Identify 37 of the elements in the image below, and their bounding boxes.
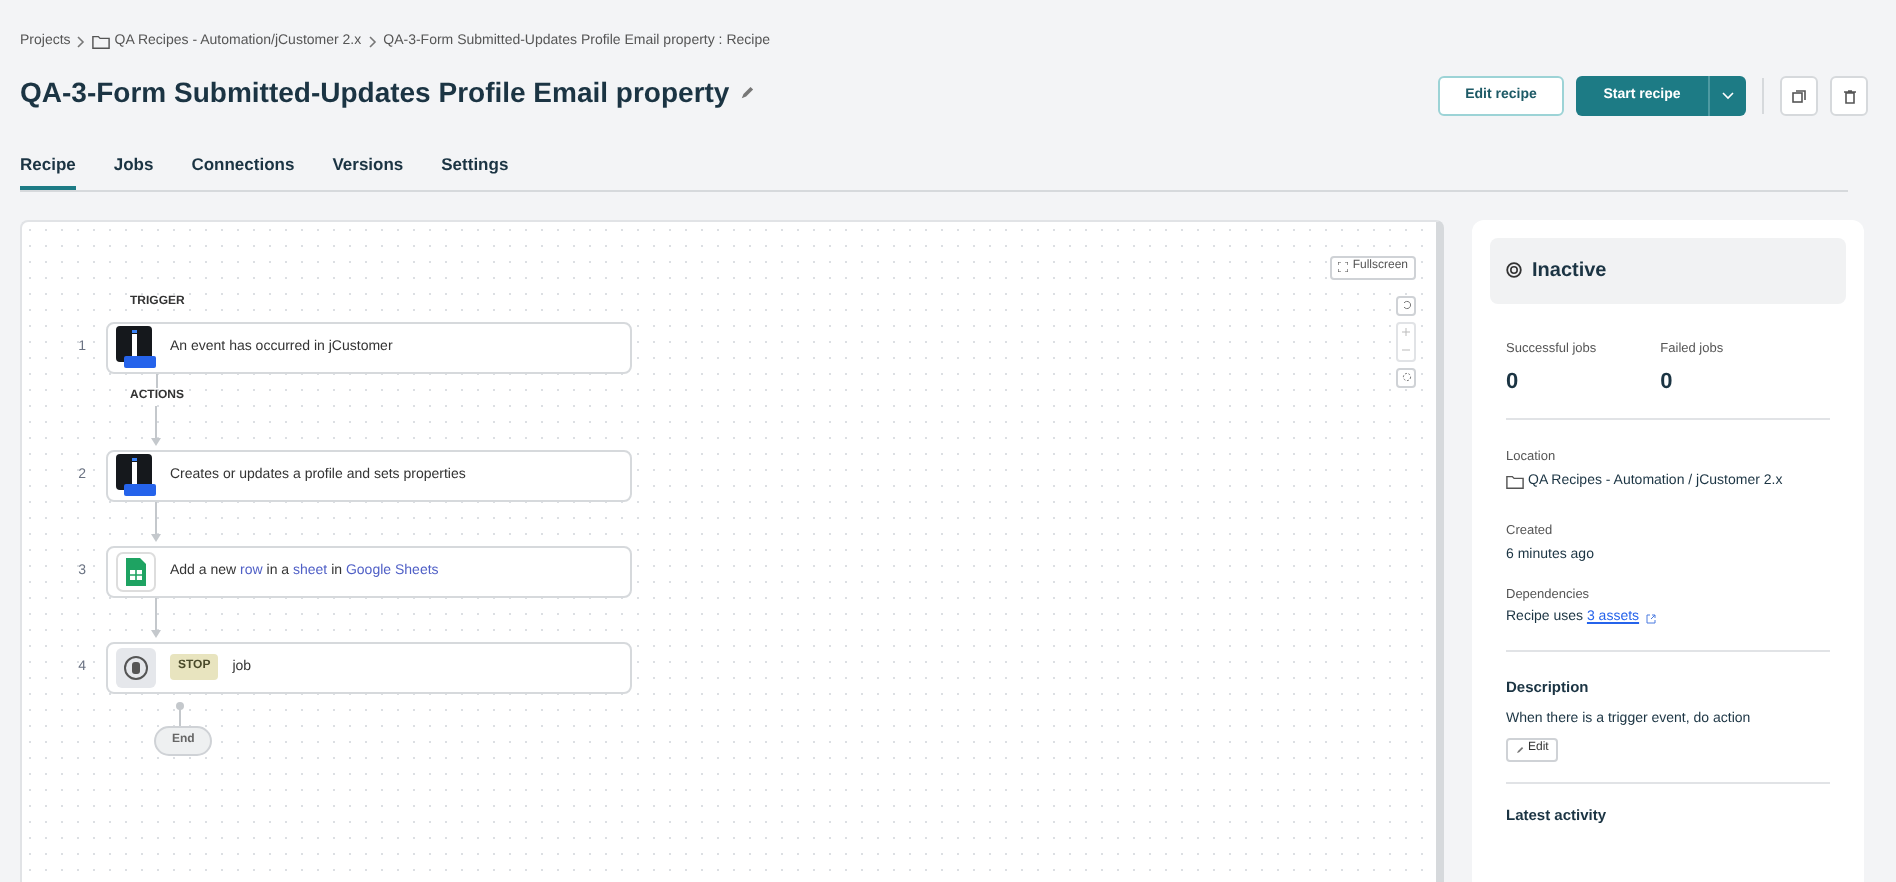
status-label: Inactive — [1532, 257, 1607, 286]
app-logo-icon — [116, 453, 156, 498]
spreadsheet-icon — [116, 551, 156, 592]
dropdown-button[interactable] — [1708, 76, 1746, 116]
pencil-icon[interactable] — [739, 85, 754, 99]
stat-value: 0 — [1660, 367, 1675, 397]
connector-line — [176, 697, 184, 726]
expand-icon — [1338, 262, 1349, 273]
tab[interactable]: Versions — [332, 152, 404, 190]
zoom-in-icon[interactable] — [1402, 328, 1410, 337]
connector-arrow — [150, 501, 162, 546]
stat-value: 0 — [1506, 367, 1521, 397]
caret-icon — [1722, 92, 1734, 100]
zoom-control[interactable] — [1396, 321, 1416, 362]
chevron-icon — [367, 36, 378, 49]
delete-button[interactable] — [1830, 76, 1868, 116]
external-link-icon — [1645, 614, 1656, 624]
center-button[interactable] — [1396, 367, 1416, 388]
undo-icon — [1401, 300, 1411, 311]
connector-arrow — [150, 597, 162, 642]
folder-icon — [1506, 474, 1524, 490]
connector-arrow — [150, 405, 162, 450]
folder-icon — [92, 34, 111, 51]
chevron-icon — [76, 36, 87, 49]
duplicate-button[interactable] — [1780, 76, 1818, 116]
recipe-title: QA-3-Form Submitted-Updates Profile Email property — [20, 73, 730, 112]
tab[interactable]: Recipe — [20, 152, 76, 190]
target-icon — [1401, 372, 1411, 383]
pencil-icon — [1516, 745, 1524, 753]
tab[interactable]: Settings — [441, 152, 509, 190]
stop-hand-icon — [116, 647, 156, 688]
tab[interactable]: Jobs — [113, 152, 154, 190]
app-logo-icon — [116, 325, 156, 370]
reset-button[interactable] — [1396, 295, 1416, 316]
trash-icon — [1843, 89, 1855, 103]
copy-icon — [1792, 89, 1806, 103]
tab[interactable]: Connections — [191, 152, 295, 190]
